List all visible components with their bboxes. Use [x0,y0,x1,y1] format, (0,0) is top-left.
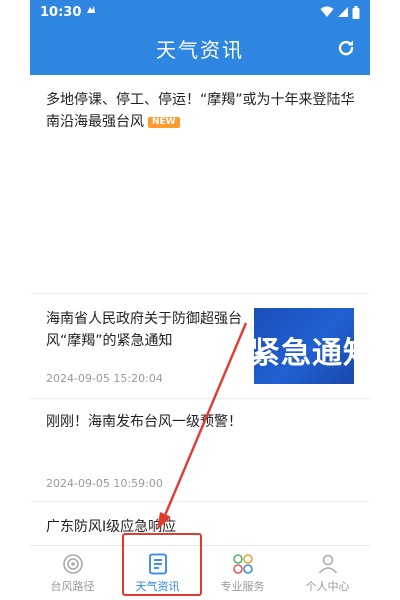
tab-label: 台风路径 [50,580,95,593]
services-icon [232,554,253,574]
status-right [320,5,360,19]
status-bar: 10:30 [30,0,370,24]
typhoon-icon [62,554,83,574]
signal-icon [337,6,349,18]
new-badge: NEW [148,117,180,128]
article-title: 刚刚！海南发布台风一级预警！ [46,414,242,430]
tab-weather-news[interactable]: 天气资讯 [115,546,200,600]
battery-icon [352,5,360,19]
wifi-icon [320,6,334,18]
refresh-button[interactable] [334,36,358,60]
refresh-icon [338,40,354,56]
bottom-navigation: 台风路径 天气资讯 专业服务 个人中心 [30,545,370,600]
article-thumbnail: 紧急通知 [254,308,354,384]
status-time: 10:30 [40,4,82,20]
news-list: 多地停课、停工、停运！“摩羯”或为十年来登陆华南沿海最强台风 NEW 海南省人民政… [30,75,370,545]
article-title: 海南省人民政府关于防御超强台风“摩羯”的紧急通知 [46,311,242,349]
list-item[interactable]: 广东防风I级应急响应 [30,501,370,545]
headline-item[interactable]: 多地停课、停工、停运！“摩羯”或为十年来登陆华南沿海最强台风 NEW [46,89,358,133]
headline-text: 多地停课、停工、停运！“摩羯”或为十年来登陆华南沿海最强台风 [46,92,355,130]
list-item[interactable]: 刚刚！海南发布台风一级预警！ 2024-09-05 10:59:00 [30,398,370,501]
page-title: 天气资讯 [156,38,244,62]
tab-pro-services[interactable]: 专业服务 [200,546,285,600]
profile-icon [318,554,337,574]
tab-profile[interactable]: 个人中心 [285,546,370,600]
notification-icon [85,4,97,20]
tab-label: 天气资讯 [135,580,180,593]
article-date: 2024-09-05 15:20:04 [46,372,163,385]
news-icon [148,553,167,575]
app-header: 10:30 天气资讯 [30,0,370,75]
article-date: 2024-09-05 10:59:00 [46,477,163,490]
list-item[interactable]: 海南省人民政府关于防御超强台风“摩羯”的紧急通知 2024-09-05 15:2… [30,293,370,398]
tab-label: 专业服务 [220,580,265,593]
status-left: 10:30 [40,4,97,20]
article-title: 广东防风I级应急响应 [46,519,177,535]
tab-label: 个人中心 [305,580,350,593]
thumbnail-text: 紧急通知 [254,336,354,371]
tab-typhoon-track[interactable]: 台风路径 [30,546,115,600]
